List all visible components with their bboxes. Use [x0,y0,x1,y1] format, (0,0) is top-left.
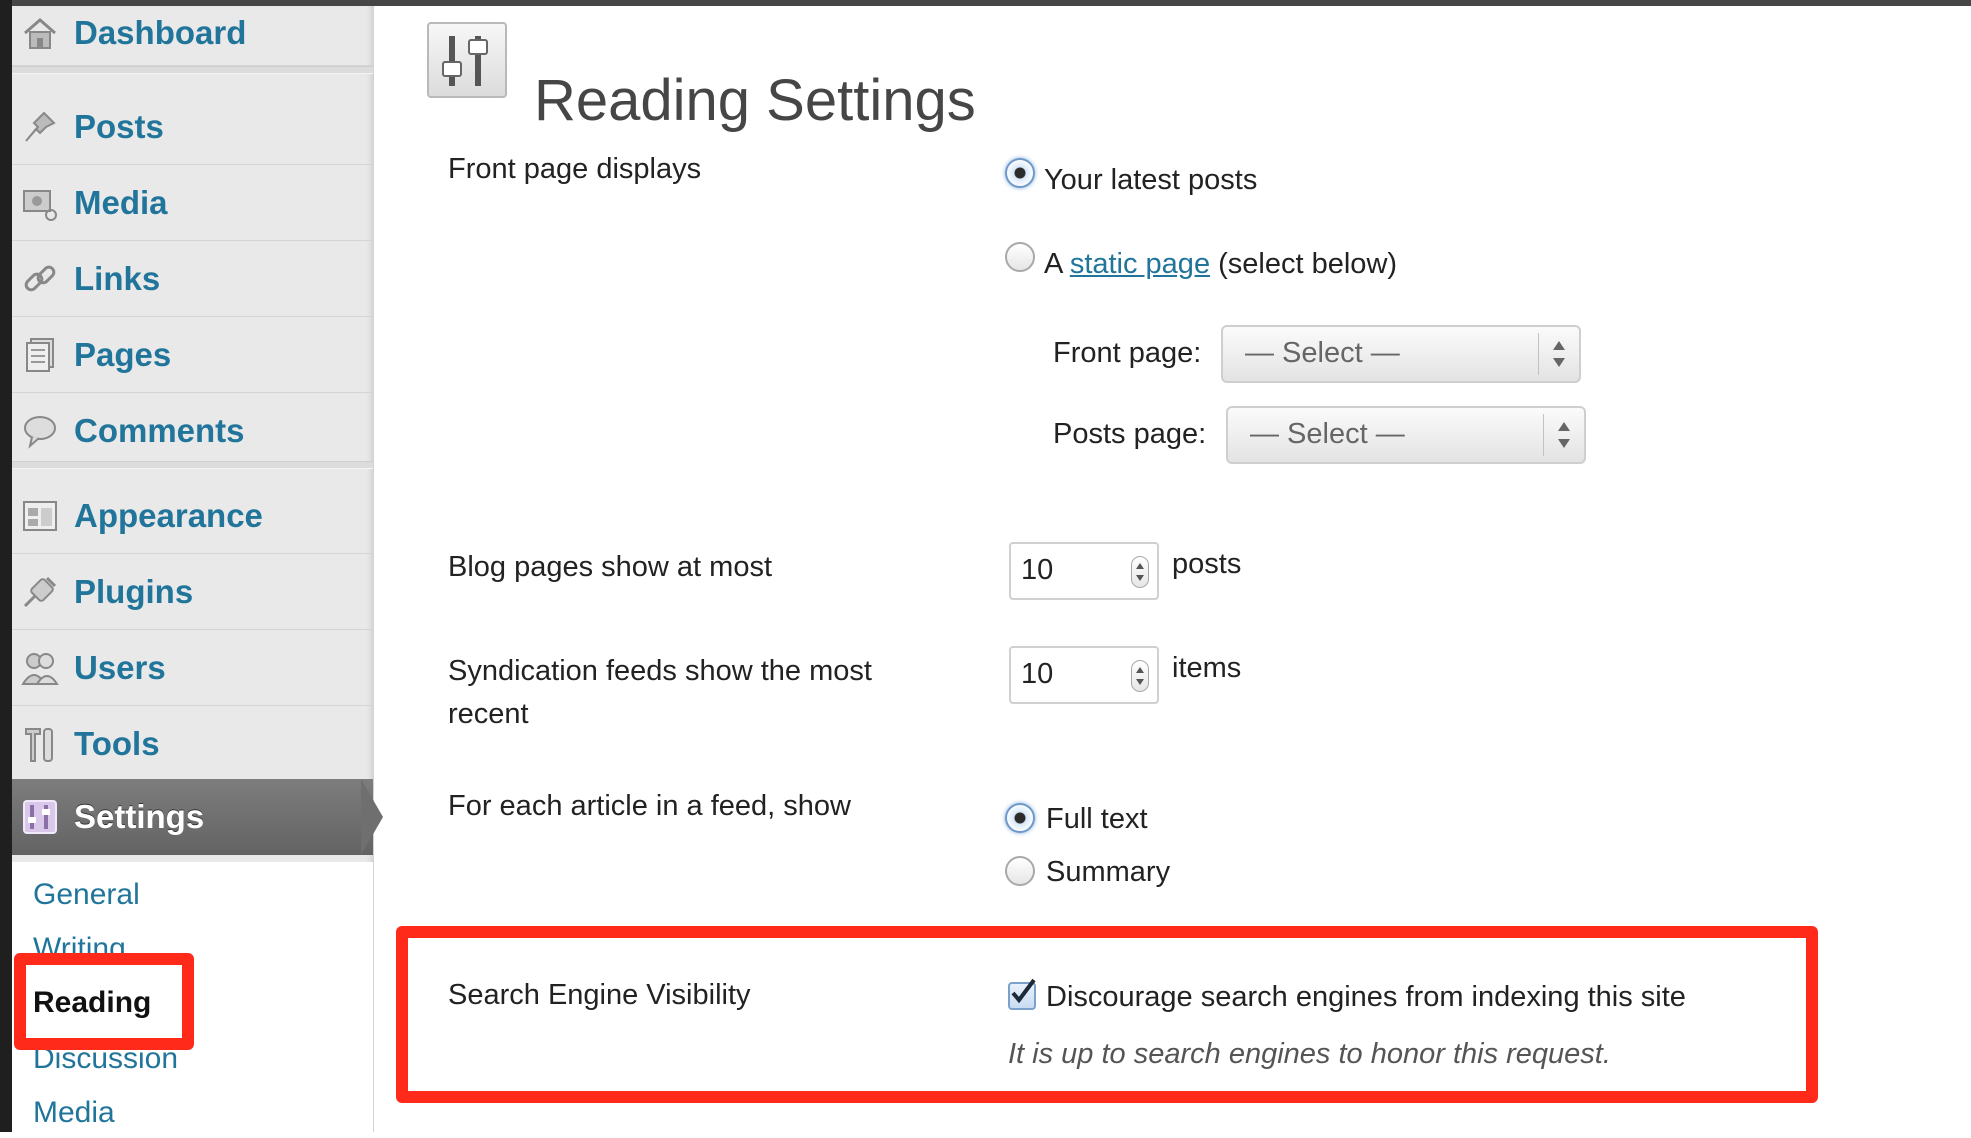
appearance-icon [20,496,60,536]
syndication-label: Syndication feeds show the most recent [448,655,872,730]
reading-highlight-box [14,953,194,1050]
link-icon [20,259,60,299]
radio-full-text[interactable] [1005,803,1035,833]
syndication-unit: items [1172,652,1242,684]
select-arrows-icon [1558,422,1570,448]
menu-pages[interactable]: Pages [12,317,373,393]
tools-icon [20,724,60,764]
static-page-link[interactable]: static page [1070,248,1210,280]
feed-article-label: For each article in a feed, show [448,790,851,822]
select-divider [1543,414,1544,456]
comment-icon [20,411,60,451]
menu-settings-label: Settings [74,798,205,835]
menu-dashboard[interactable]: Dashboard [12,0,373,66]
media-icon [20,183,60,223]
menu-comments-label: Comments [74,411,245,449]
front-page-select[interactable]: — Select — [1221,325,1581,383]
radio-latest-posts-label: Your latest posts [1044,164,1258,196]
radio-summary[interactable] [1005,856,1035,886]
menu-appearance-label: Appearance [74,496,263,534]
menu-posts[interactable]: Posts [12,89,373,165]
pin-icon [20,107,60,147]
front-page-select-label: Front page: [1053,337,1202,369]
select-divider [1538,333,1539,375]
home-icon [20,13,60,53]
blog-pages-unit: posts [1172,548,1242,580]
submenu-media[interactable]: Media [33,1096,115,1130]
blog-pages-label: Blog pages show at most [448,551,773,583]
radio-static-page-label: A static page (select below) [1044,246,1397,282]
menu-links-label: Links [74,259,161,297]
front-page-displays-label: Front page displays [448,153,702,185]
settings-page-icon [427,22,507,98]
menu-separator [12,66,373,74]
blog-pages-number-input[interactable]: 10 [1009,542,1159,600]
active-menu-pointer [361,779,383,855]
menu-comments[interactable]: Comments [12,393,373,469]
menu-users[interactable]: Users [12,630,373,706]
menu-tools-label: Tools [74,724,160,762]
menu-posts-label: Posts [74,107,164,145]
page-icon [20,335,60,375]
static-suffix-text: (select below) [1218,248,1398,280]
select-arrows-icon [1553,341,1565,367]
radio-static-page[interactable] [1005,242,1035,272]
plugin-icon [20,572,60,612]
syndication-value: 10 [1021,658,1054,690]
menu-dashboard-label: Dashboard [74,13,247,51]
menu-settings[interactable]: Settings [12,779,373,855]
search-visibility-highlight-box [396,926,1818,1103]
posts-page-select[interactable]: — Select — [1226,406,1586,464]
posts-page-select-value: — Select — [1250,418,1405,450]
page-title: Reading Settings [534,67,976,133]
submenu-general[interactable]: General [33,878,140,912]
posts-page-select-label: Posts page: [1053,418,1207,450]
menu-plugins-label: Plugins [74,572,194,610]
spinner-arrows-icon[interactable] [1131,660,1149,692]
radio-summary-label: Summary [1046,856,1171,888]
spinner-arrows-icon[interactable] [1131,556,1149,588]
menu-media[interactable]: Media [12,165,373,241]
menu-users-label: Users [74,648,166,686]
window-edge [0,0,12,1132]
syndication-number-input[interactable]: 10 [1009,646,1159,704]
settings-icon [20,797,60,837]
menu-separator [12,461,373,469]
static-prefix-text: A [1044,248,1062,280]
radio-latest-posts[interactable] [1005,158,1035,188]
menu-appearance[interactable]: Appearance [12,478,373,554]
front-page-select-value: — Select — [1245,337,1400,369]
menu-pages-label: Pages [74,335,172,373]
menu-links[interactable]: Links [12,241,373,317]
blog-pages-value: 10 [1021,554,1054,586]
radio-full-text-label: Full text [1046,803,1148,835]
menu-media-label: Media [74,183,168,221]
menu-tools[interactable]: Tools [12,706,373,782]
users-icon [20,648,60,688]
menu-plugins[interactable]: Plugins [12,554,373,630]
